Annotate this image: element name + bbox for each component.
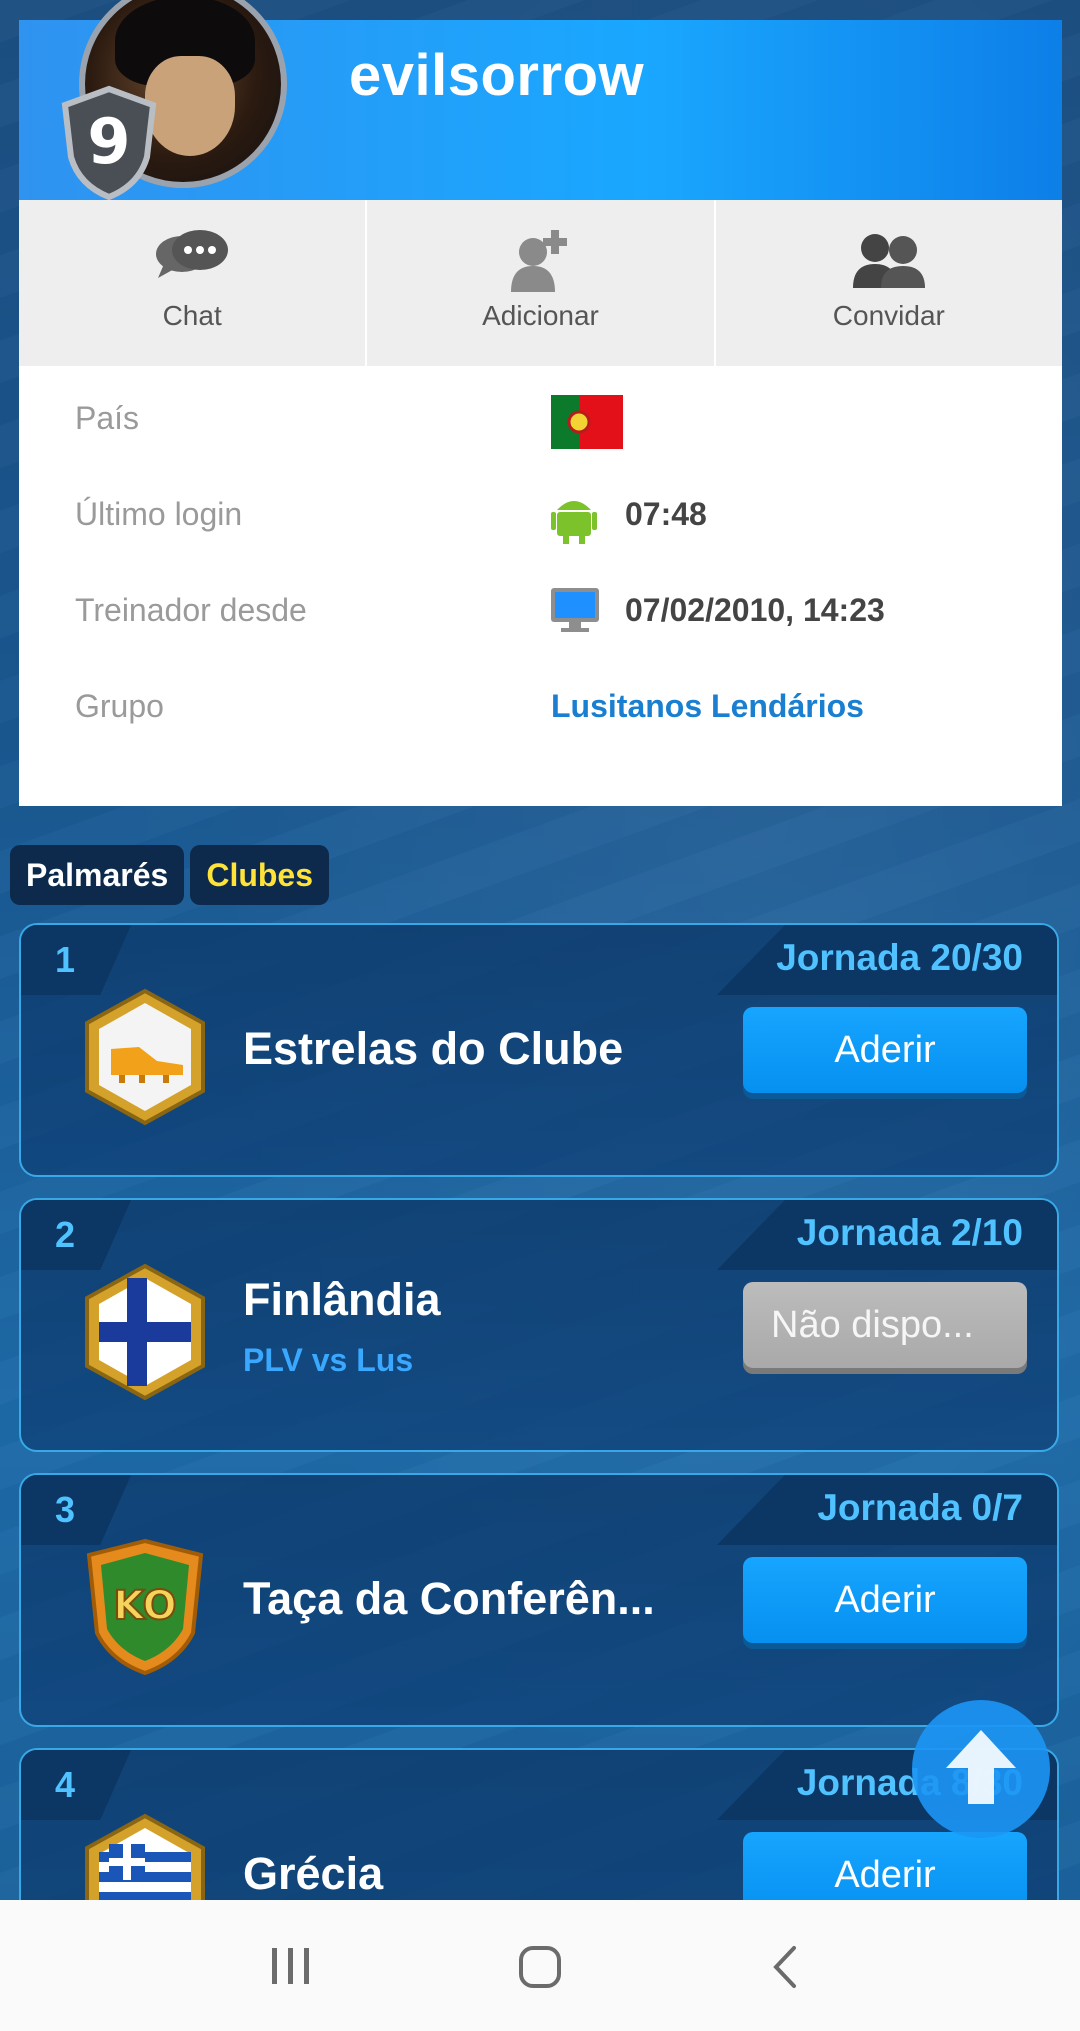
- add-friend-button[interactable]: Adicionar: [367, 200, 716, 366]
- info-row-country: País: [75, 390, 1035, 450]
- country-label: País: [75, 400, 140, 436]
- join-button[interactable]: Aderir: [743, 1007, 1027, 1093]
- competition-name: Estrelas do Clube: [243, 1023, 624, 1074]
- unavailable-button[interactable]: Não dispo...: [743, 1282, 1027, 1368]
- competition-rank: 4: [55, 1764, 76, 1805]
- chat-label: Chat: [162, 300, 222, 331]
- coach-since-value: 07/02/2010, 14:23: [625, 592, 885, 628]
- ko-cup-icon: KO: [86, 1538, 204, 1676]
- competition-card[interactable]: 1 Jornada 20/30 Estrelas do Clube Aderir: [19, 923, 1059, 1177]
- finland-flag-icon: [85, 1263, 205, 1401]
- info-row-last-login: Último login 07:48: [75, 486, 1035, 546]
- profile-card: 9 evilsorrow Chat Adicionar Convidar Paí…: [19, 0, 1062, 806]
- golden-boot-icon: [85, 988, 205, 1126]
- android-icon: [551, 501, 597, 544]
- competition-name: Grécia: [243, 1848, 384, 1899]
- join-button[interactable]: Aderir: [743, 1557, 1027, 1643]
- home-icon[interactable]: [518, 1945, 562, 1989]
- tab-clubes[interactable]: Clubes: [190, 845, 330, 905]
- action-row: Chat Adicionar Convidar: [19, 200, 1062, 366]
- competition-card[interactable]: 3 Jornada 0/7 KO Taça da Conferên... Ade…: [19, 1473, 1059, 1727]
- recent-apps-icon[interactable]: [270, 1946, 312, 1986]
- info-row-group: Grupo Lusitanos Lendários: [75, 678, 1035, 738]
- invite-people-icon: [852, 234, 925, 288]
- tabs: Palmarés Clubes: [10, 845, 330, 905]
- add-friend-label: Adicionar: [482, 300, 599, 331]
- profile-header: 9 evilsorrow: [19, 0, 1062, 201]
- scroll-top-button[interactable]: [912, 1700, 1050, 1838]
- back-icon[interactable]: [770, 1944, 800, 1990]
- group-link[interactable]: Lusitanos Lendários: [551, 688, 864, 725]
- svg-text:KO: KO: [113, 1583, 176, 1629]
- competition-rank: 1: [55, 939, 76, 980]
- last-login-label: Último login: [75, 496, 243, 532]
- invite-label: Convidar: [832, 300, 945, 331]
- competition-rank: 3: [55, 1489, 76, 1530]
- chat-button[interactable]: Chat: [19, 200, 368, 366]
- username: evilsorrow: [349, 43, 645, 108]
- portugal-flag-icon: [551, 395, 623, 449]
- rank-tab: [21, 1750, 131, 1820]
- competition-name: Finlândia: [243, 1274, 441, 1325]
- chat-bubbles-icon: [156, 230, 229, 278]
- system-navigation-bar: [0, 1900, 1080, 2031]
- tab-palmares[interactable]: Palmarés: [10, 845, 185, 905]
- desktop-icon: [551, 588, 599, 632]
- arrow-up-icon: [946, 1730, 1016, 1804]
- rank-tab: [21, 1200, 131, 1270]
- competition-round: Jornada 20/30: [776, 937, 1023, 978]
- competition-round: Jornada 2/10: [796, 1212, 1023, 1253]
- info-row-coach-since: Treinador desde 07/02/2010, 14:23: [75, 582, 1035, 642]
- rank-tab: [21, 1475, 131, 1545]
- level-badge: 9: [59, 85, 159, 201]
- coach-since-label: Treinador desde: [75, 592, 307, 628]
- last-login-value: 07:48: [625, 496, 707, 532]
- rank-tab: [21, 925, 131, 995]
- invite-button[interactable]: Convidar: [715, 200, 1062, 366]
- group-label: Grupo: [75, 688, 164, 724]
- competition-card[interactable]: 2 Jornada 2/10 Finlândia PLV vs Lus Não …: [19, 1198, 1059, 1452]
- competition-rank: 2: [55, 1214, 76, 1255]
- add-friend-icon: [511, 230, 568, 292]
- competition-subtitle: PLV vs Lus: [243, 1342, 414, 1378]
- level-number: 9: [87, 105, 131, 178]
- competition-name: Taça da Conferên...: [243, 1573, 655, 1624]
- competition-round: Jornada 0/7: [817, 1487, 1023, 1528]
